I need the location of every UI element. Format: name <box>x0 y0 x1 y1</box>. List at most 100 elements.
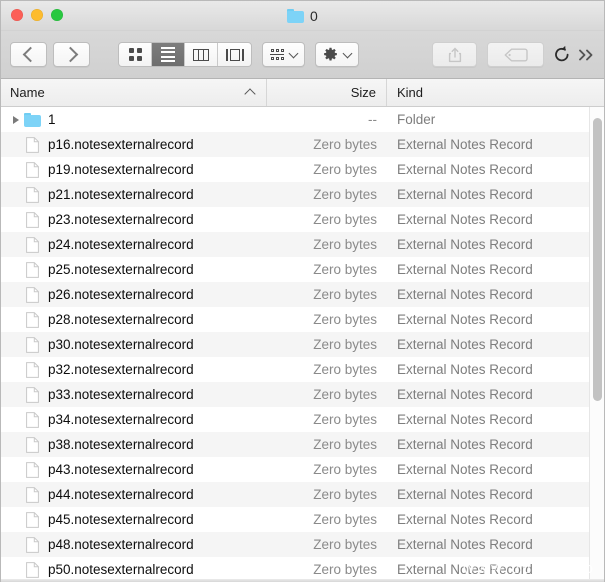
share-button[interactable] <box>432 42 477 67</box>
cell-name: p25.notesexternalrecord <box>1 262 267 278</box>
refresh-button[interactable] <box>553 45 571 64</box>
cell-size: Zero bytes <box>267 212 387 227</box>
cell-name: p21.notesexternalrecord <box>1 187 267 203</box>
cell-kind: External Notes Record <box>387 137 604 152</box>
view-mode-icon[interactable] <box>119 43 152 66</box>
cell-kind: External Notes Record <box>387 487 604 502</box>
table-row[interactable]: p16.notesexternalrecordZero bytesExterna… <box>1 132 604 157</box>
table-row[interactable]: p45.notesexternalrecordZero bytesExterna… <box>1 507 604 532</box>
view-mode-gallery[interactable] <box>218 43 251 66</box>
view-mode-list[interactable] <box>152 43 185 66</box>
cell-kind: External Notes Record <box>387 387 604 402</box>
file-list[interactable]: 1--Folderp16.notesexternalrecordZero byt… <box>1 107 604 579</box>
file-name: 1 <box>48 112 56 127</box>
document-icon <box>26 412 39 428</box>
document-icon <box>26 162 39 178</box>
file-name: p34.notesexternalrecord <box>48 412 194 427</box>
table-row[interactable]: p21.notesexternalrecordZero bytesExterna… <box>1 182 604 207</box>
column-header-name[interactable]: Name <box>1 79 267 106</box>
cell-kind: External Notes Record <box>387 237 604 252</box>
cell-size: Zero bytes <box>267 262 387 277</box>
cell-size: Zero bytes <box>267 337 387 352</box>
document-icon <box>26 362 39 378</box>
cell-name: p32.notesexternalrecord <box>1 362 267 378</box>
toolbar-overflow-button[interactable] <box>578 48 595 62</box>
navigation-group <box>10 42 90 67</box>
cell-size: Zero bytes <box>267 537 387 552</box>
close-button[interactable] <box>11 9 23 21</box>
table-row[interactable]: p25.notesexternalrecordZero bytesExterna… <box>1 257 604 282</box>
cell-size: Zero bytes <box>267 237 387 252</box>
column-header-name-label: Name <box>10 85 45 100</box>
file-name: p21.notesexternalrecord <box>48 187 194 202</box>
window-title: 0 <box>310 8 318 24</box>
group-by-button[interactable] <box>262 42 305 67</box>
gallery-icon <box>226 49 244 61</box>
cell-kind: External Notes Record <box>387 412 604 427</box>
table-row[interactable]: p44.notesexternalrecordZero bytesExterna… <box>1 482 604 507</box>
table-row[interactable]: p30.notesexternalrecordZero bytesExterna… <box>1 332 604 357</box>
document-icon <box>26 287 39 303</box>
forward-button[interactable] <box>53 42 90 67</box>
cell-name: p34.notesexternalrecord <box>1 412 267 428</box>
file-name: p48.notesexternalrecord <box>48 537 194 552</box>
cell-size: Zero bytes <box>267 162 387 177</box>
table-row[interactable]: p24.notesexternalrecordZero bytesExterna… <box>1 232 604 257</box>
cell-kind: Folder <box>387 112 604 127</box>
disclosure-triangle[interactable] <box>8 116 24 124</box>
cell-size: Zero bytes <box>267 462 387 477</box>
table-row[interactable]: p28.notesexternalrecordZero bytesExterna… <box>1 307 604 332</box>
column-header-kind[interactable]: Kind <box>387 79 604 106</box>
action-menu-button[interactable] <box>315 42 359 67</box>
traffic-light-group <box>11 9 63 21</box>
table-row[interactable]: p19.notesexternalrecordZero bytesExterna… <box>1 157 604 182</box>
file-name: p23.notesexternalrecord <box>48 212 194 227</box>
table-row[interactable]: p50.notesexternalrecordZero bytesExterna… <box>1 557 604 579</box>
columns-icon <box>193 49 209 61</box>
share-icon <box>448 47 462 63</box>
table-row[interactable]: p43.notesexternalrecordZero bytesExterna… <box>1 457 604 482</box>
cell-kind: External Notes Record <box>387 512 604 527</box>
tags-button[interactable] <box>487 42 544 67</box>
table-row[interactable]: p23.notesexternalrecordZero bytesExterna… <box>1 207 604 232</box>
table-row[interactable]: p26.notesexternalrecordZero bytesExterna… <box>1 282 604 307</box>
cell-kind: External Notes Record <box>387 312 604 327</box>
scrollbar-thumb[interactable] <box>593 118 602 401</box>
vertical-scrollbar[interactable] <box>589 107 604 579</box>
cell-name: p45.notesexternalrecord <box>1 512 267 528</box>
cell-name: 1 <box>1 112 267 127</box>
cell-name: p24.notesexternalrecord <box>1 237 267 253</box>
table-row[interactable]: p38.notesexternalrecordZero bytesExterna… <box>1 432 604 457</box>
table-row[interactable]: 1--Folder <box>1 107 604 132</box>
minimize-button[interactable] <box>31 9 43 21</box>
cell-kind: External Notes Record <box>387 537 604 552</box>
back-button[interactable] <box>10 42 47 67</box>
view-mode-column[interactable] <box>185 43 218 66</box>
table-row[interactable]: p34.notesexternalrecordZero bytesExterna… <box>1 407 604 432</box>
document-icon <box>26 487 39 503</box>
cell-size: Zero bytes <box>267 312 387 327</box>
cell-kind: External Notes Record <box>387 437 604 452</box>
cell-name: p33.notesexternalrecord <box>1 387 267 403</box>
cell-size: Zero bytes <box>267 487 387 502</box>
table-row[interactable]: p48.notesexternalrecord Zero bytesExterna… <box>1 532 604 557</box>
file-name: p33.notesexternalrecord <box>48 387 194 402</box>
cell-kind: External Notes Record <box>387 287 604 302</box>
cell-size: Zero bytes <box>267 362 387 377</box>
column-header-size[interactable]: Size <box>267 79 387 106</box>
cell-name: p23.notesexternalrecord <box>1 212 267 228</box>
cell-kind: External Notes Record <box>387 362 604 377</box>
cell-name: p28.notesexternalrecord <box>1 312 267 328</box>
title-bar: 0 <box>1 1 604 31</box>
table-row[interactable]: p32.notesexternalrecordZero bytesExterna… <box>1 357 604 382</box>
column-header-kind-label: Kind <box>397 85 423 100</box>
list-icon <box>161 47 175 63</box>
cell-size: Zero bytes <box>267 512 387 527</box>
file-name: p25.notesexternalrecord <box>48 262 194 277</box>
zoom-button[interactable] <box>51 9 63 21</box>
table-row[interactable]: p33.notesexternalrecordZero bytesExterna… <box>1 382 604 407</box>
file-name: p50.notesexternalrecord <box>48 562 194 577</box>
document-icon <box>26 262 39 278</box>
toolbar <box>1 31 604 79</box>
folder-icon <box>24 113 41 127</box>
